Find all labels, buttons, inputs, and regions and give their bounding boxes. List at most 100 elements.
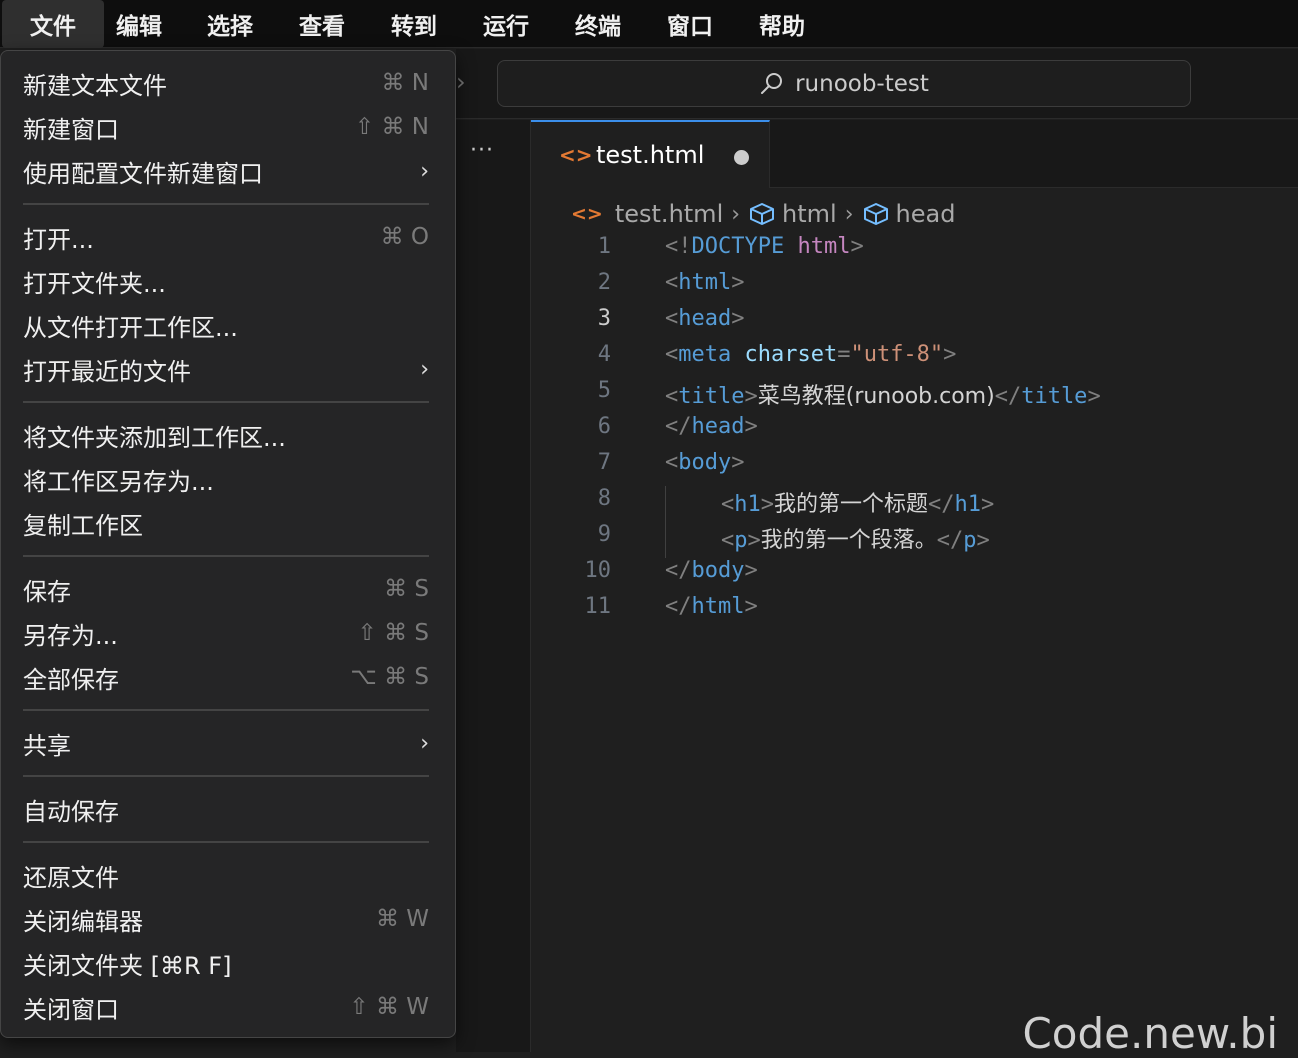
breadcrumb-head-label: head: [895, 200, 956, 228]
command-center[interactable]: runoob-test: [497, 60, 1191, 107]
line-number: 9: [597, 522, 611, 547]
menu-item-label: 关闭编辑器: [23, 907, 143, 936]
menu-separator: [23, 203, 429, 205]
line-number: 10: [584, 558, 612, 583]
chevron-right-icon[interactable]: ›: [456, 68, 466, 96]
title-bar: › runoob-test: [456, 49, 1298, 119]
menu-separator: [23, 709, 429, 711]
code-line: 9 <p>我的第一个段落。</p>: [531, 522, 1298, 558]
menu-item-label: 新建文本文件: [23, 71, 167, 100]
menu-item-label: 使用配置文件新建窗口: [23, 159, 263, 188]
menu-go[interactable]: 转到: [377, 0, 451, 48]
line-number: 2: [597, 270, 611, 295]
line-content: </html>: [665, 594, 758, 619]
menu-separator: [23, 841, 429, 843]
breadcrumb-file[interactable]: test.html: [615, 200, 723, 228]
menu-separator: [23, 555, 429, 557]
menu-help[interactable]: 帮助: [745, 0, 819, 48]
line-content: <head>: [665, 306, 745, 331]
line-content: <!DOCTYPE html>: [665, 234, 864, 259]
menu-item-auto-save[interactable]: 自动保存: [1, 787, 457, 831]
chevron-right-icon: ›: [844, 201, 854, 227]
menu-item-share[interactable]: 共享 ›: [1, 721, 457, 765]
code-line: 2 <html>: [531, 270, 1298, 306]
line-content: </body>: [665, 558, 758, 583]
line-number: 3: [597, 306, 611, 331]
breadcrumb-head[interactable]: head: [862, 200, 956, 228]
line-number: 1: [597, 234, 611, 259]
menu-item-label: 保存: [23, 577, 71, 606]
menu-item-label: 新建窗口: [23, 115, 119, 144]
menu-item-label: 关闭窗口: [23, 995, 119, 1024]
line-content: <p>我的第一个段落。</p>: [721, 528, 990, 553]
menu-item-duplicate-workspace[interactable]: 复制工作区: [1, 501, 457, 545]
chevron-right-icon: ›: [420, 158, 429, 184]
menu-item-open-folder[interactable]: 打开文件夹...: [1, 259, 457, 303]
menu-edit[interactable]: 编辑: [102, 0, 176, 48]
line-number: 8: [597, 486, 611, 511]
menu-item-label: 另存为...: [23, 621, 118, 650]
menu-window[interactable]: 窗口: [653, 0, 727, 48]
workspace-name: runoob-test: [795, 70, 929, 97]
line-number: 7: [597, 450, 611, 475]
menu-separator: [23, 401, 429, 403]
more-actions-icon[interactable]: ···: [470, 138, 494, 163]
menu-item-save-as[interactable]: 另存为... ⇧ ⌘ S: [1, 611, 457, 655]
menu-view[interactable]: 查看: [285, 0, 359, 48]
menu-selection[interactable]: 选择: [193, 0, 267, 48]
menu-item-add-folder-to-workspace[interactable]: 将文件夹添加到工作区...: [1, 413, 457, 457]
breadcrumb-html[interactable]: html: [748, 200, 837, 228]
menu-item-save-all[interactable]: 全部保存 ⌥ ⌘ S: [1, 655, 457, 699]
cube-icon: [863, 203, 888, 225]
shortcut-label: ⌘ O: [380, 224, 429, 250]
menu-item-save-workspace-as[interactable]: 将工作区另存为...: [1, 457, 457, 501]
menu-file[interactable]: 文件: [2, 0, 104, 48]
menu-separator: [23, 775, 429, 777]
line-content: <title>菜鸟教程(runoob.com)</title>: [665, 384, 1101, 409]
code-line: 6 </head>: [531, 414, 1298, 450]
menu-item-label: 自动保存: [23, 797, 119, 826]
line-content: <h1>我的第一个标题</h1>: [721, 492, 995, 517]
code-line: 10 </body>: [531, 558, 1298, 594]
line-content: <meta charset="utf-8">: [665, 342, 957, 367]
line-number: 4: [597, 342, 611, 367]
shortcut-label: ⌘ W: [375, 906, 429, 932]
menu-terminal[interactable]: 终端: [561, 0, 635, 48]
menu-item-save[interactable]: 保存 ⌘ S: [1, 567, 457, 611]
html-file-icon: <>: [559, 143, 593, 167]
shortcut-label: ⇧ ⌘ N: [354, 114, 429, 140]
menu-item-close-folder[interactable]: 关闭文件夹 [⌘R F]: [1, 941, 457, 985]
menu-item-open-workspace[interactable]: 从文件打开工作区...: [1, 303, 457, 347]
menu-item-open[interactable]: 打开... ⌘ O: [1, 215, 457, 259]
menu-run[interactable]: 运行: [469, 0, 543, 48]
code-line: 11 </html>: [531, 594, 1298, 630]
cube-icon: [750, 203, 775, 225]
menu-item-close-editor[interactable]: 关闭编辑器 ⌘ W: [1, 897, 457, 941]
code-line: 8 <h1>我的第一个标题</h1>: [531, 486, 1298, 522]
code-line: 4 <meta charset="utf-8">: [531, 342, 1298, 378]
menu-item-label: 复制工作区: [23, 511, 143, 540]
line-number: 6: [597, 414, 611, 439]
menu-item-revert-file[interactable]: 还原文件: [1, 853, 457, 897]
code-line: 3 <head>: [531, 306, 1298, 342]
menu-item-new-window[interactable]: 新建窗口 ⇧ ⌘ N: [1, 105, 457, 149]
menu-item-label: 共享: [23, 731, 71, 760]
breadcrumb: <> test.html › html › head: [531, 195, 955, 233]
menu-item-close-window[interactable]: 关闭窗口 ⇧ ⌘ W: [1, 985, 457, 1029]
shortcut-label: ⌥ ⌘ S: [350, 664, 429, 690]
chevron-right-icon: ›: [731, 201, 741, 227]
search-icon: [761, 72, 783, 94]
menu-item-label: 打开...: [23, 225, 94, 254]
shortcut-label: ⌘ S: [384, 576, 429, 602]
chevron-right-icon: ›: [420, 730, 429, 756]
menu-item-label: 全部保存: [23, 665, 119, 694]
menu-item-new-window-profile[interactable]: 使用配置文件新建窗口 ›: [1, 149, 457, 193]
tab-test-html[interactable]: <> test.html: [531, 120, 770, 188]
menu-item-open-recent[interactable]: 打开最近的文件 ›: [1, 347, 457, 391]
menu-item-new-text-file[interactable]: 新建文本文件 ⌘ N: [1, 61, 457, 105]
title-text: 菜鸟教程(runoob.com): [757, 384, 995, 409]
menu-item-label: 将工作区另存为...: [23, 467, 214, 496]
unsaved-dot-icon[interactable]: [734, 150, 749, 165]
watermark: Code.new.bi: [1022, 1009, 1278, 1058]
breadcrumb-html-label: html: [782, 200, 837, 228]
